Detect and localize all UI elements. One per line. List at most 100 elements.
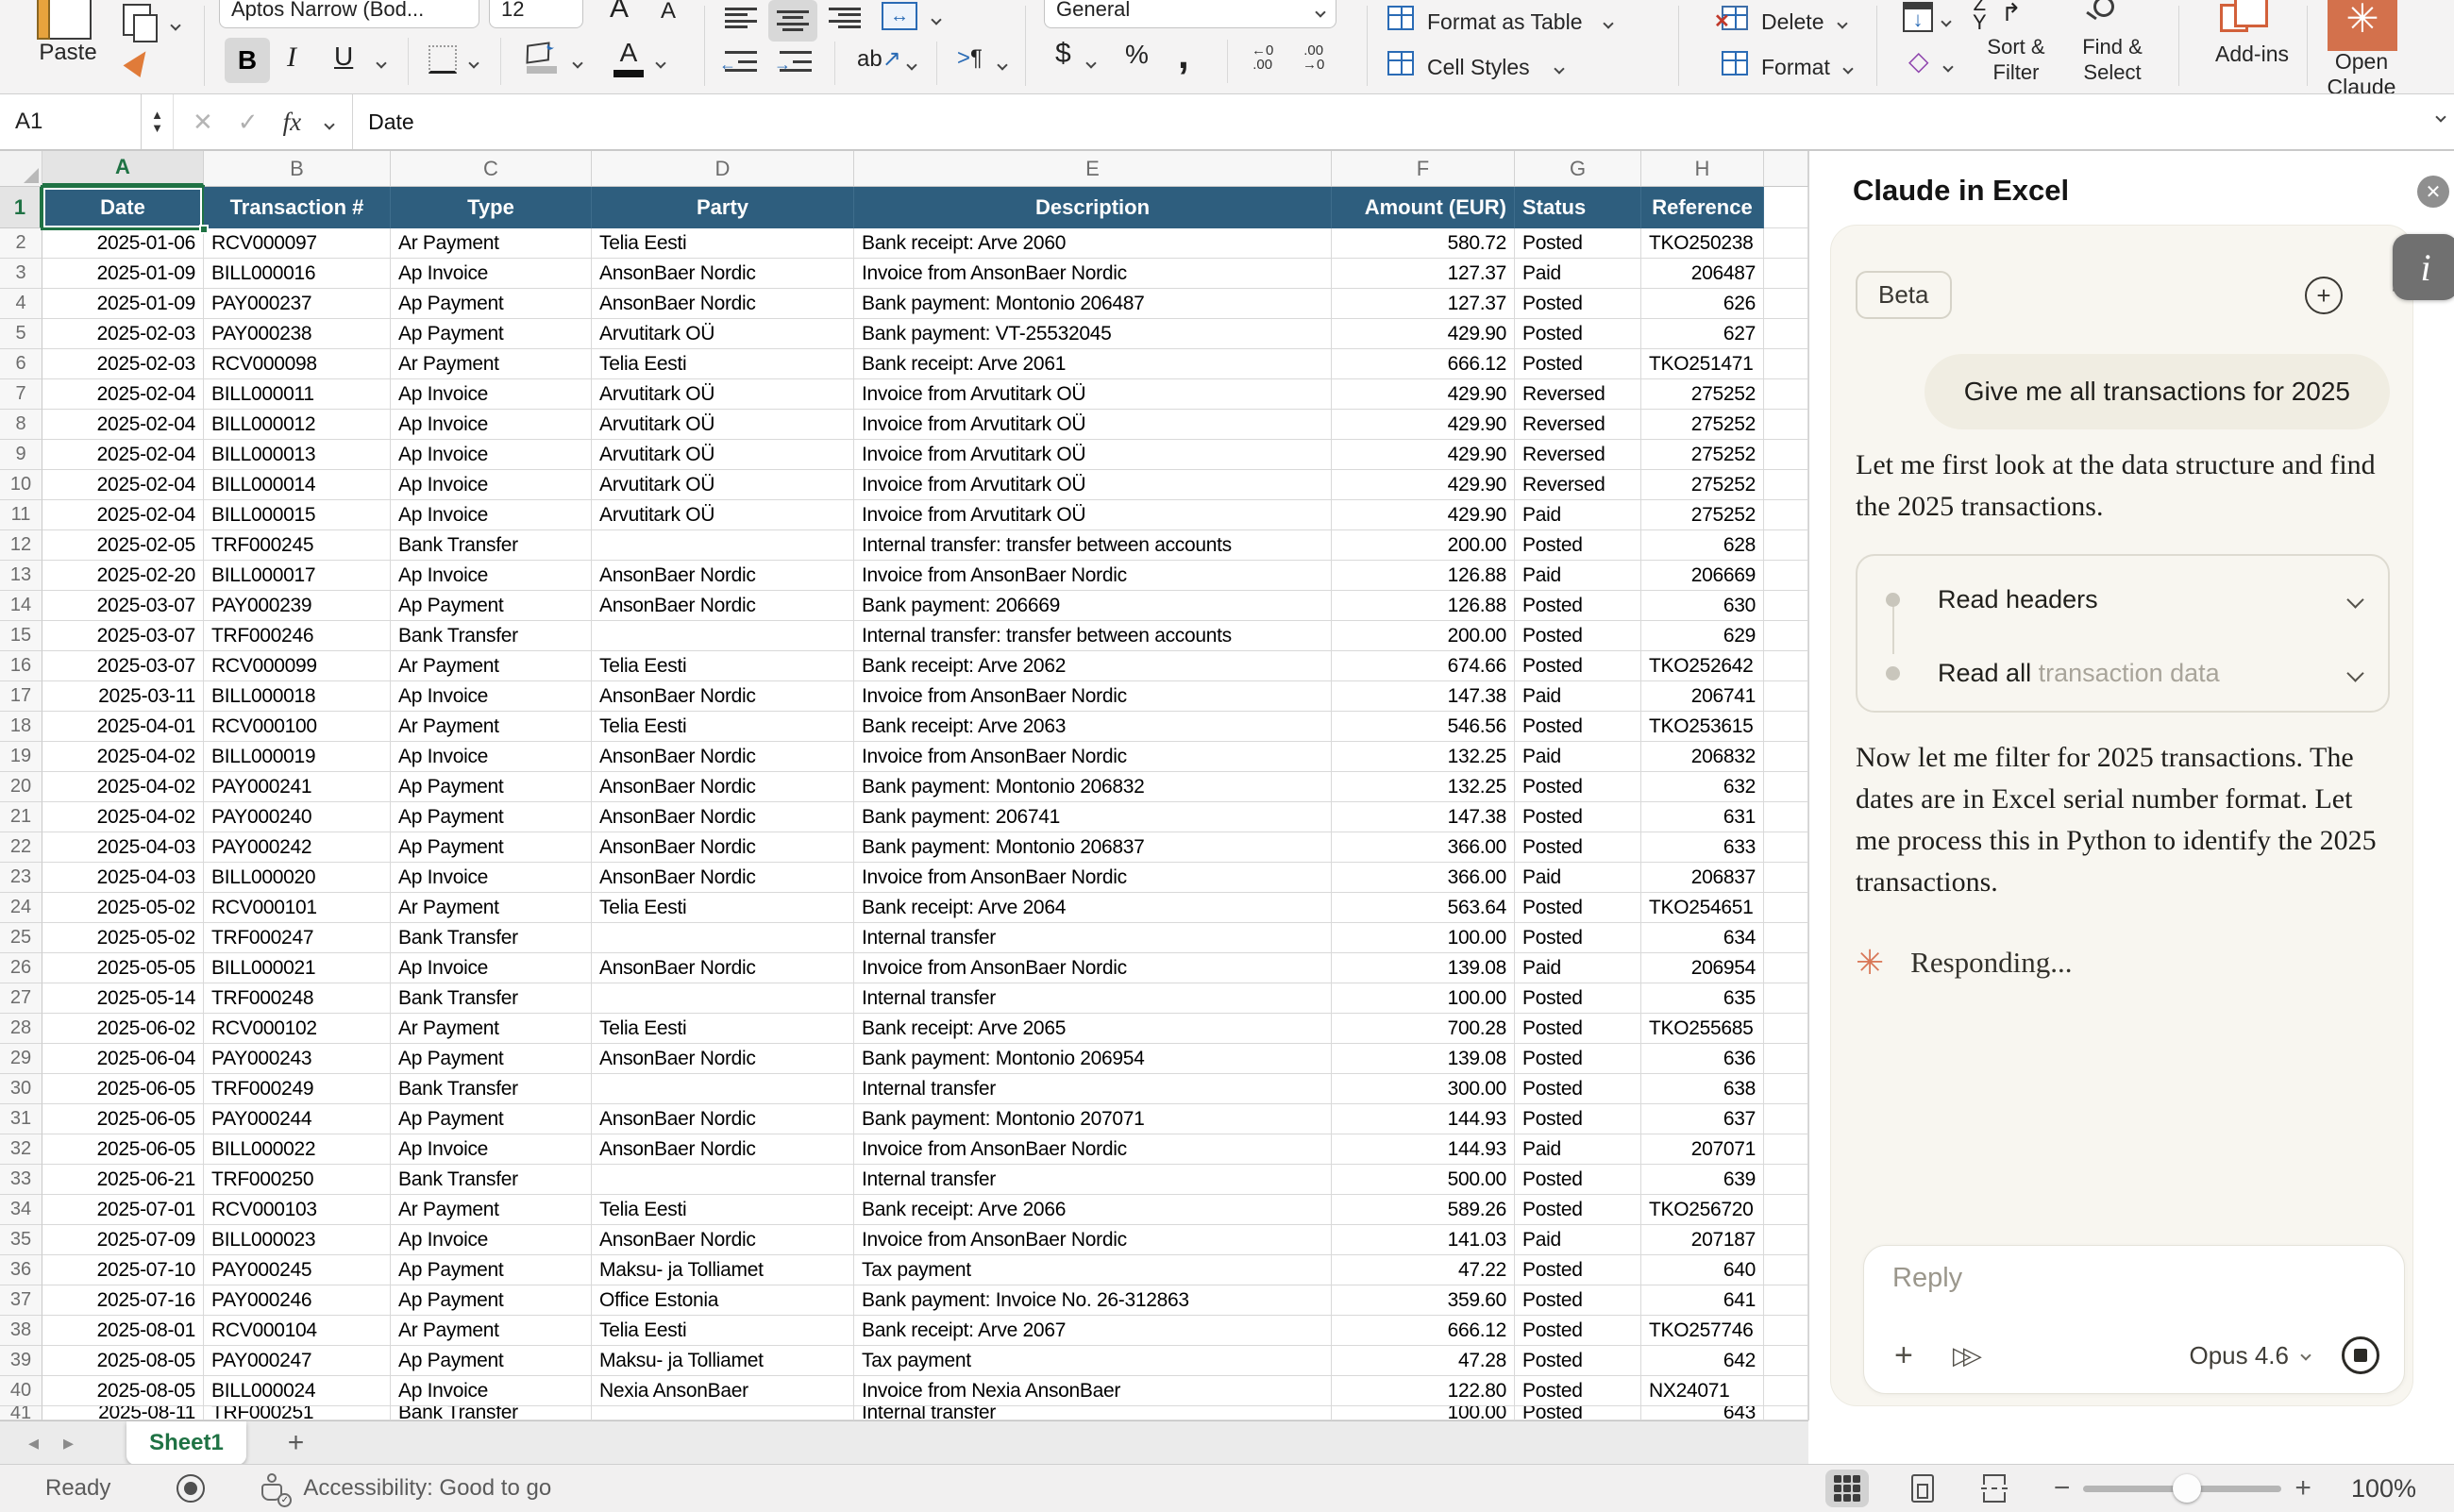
grid-cell[interactable]: PAY000237 bbox=[204, 289, 391, 319]
grid-cell[interactable]: AnsonBaer Nordic bbox=[592, 259, 854, 289]
grid-cell[interactable]: PAY000238 bbox=[204, 319, 391, 349]
grid-cell[interactable] bbox=[1764, 742, 1808, 772]
grid-cell[interactable]: RCV000101 bbox=[204, 893, 391, 923]
normal-view-icon[interactable] bbox=[1825, 1470, 1869, 1507]
grid-cell[interactable]: PAY000245 bbox=[204, 1255, 391, 1285]
grid-cell[interactable] bbox=[1764, 712, 1808, 742]
grid-cell[interactable]: 2025-07-09 bbox=[42, 1225, 204, 1255]
grid-cell[interactable]: AnsonBaer Nordic bbox=[592, 681, 854, 712]
column-header-g[interactable]: G bbox=[1515, 151, 1641, 186]
header-cell[interactable]: Reference bbox=[1641, 187, 1764, 228]
enter-icon[interactable]: ✓ bbox=[238, 108, 259, 137]
table-row[interactable]: 232025-04-03BILL000020Ap InvoiceAnsonBae… bbox=[0, 863, 1808, 893]
grid-cell[interactable]: 2025-04-02 bbox=[42, 772, 204, 802]
table-row[interactable]: 222025-04-03PAY000242Ap PaymentAnsonBaer… bbox=[0, 832, 1808, 863]
grid-cell[interactable]: 275252 bbox=[1641, 410, 1764, 440]
table-row[interactable]: 22025-01-06RCV000097Ar PaymentTelia Eest… bbox=[0, 228, 1808, 259]
grid-cell[interactable]: Arvutitark OÜ bbox=[592, 500, 854, 530]
bold-button[interactable]: B bbox=[225, 38, 270, 83]
grid-cell[interactable]: Ap Invoice bbox=[391, 410, 592, 440]
column-header-a[interactable]: A bbox=[42, 151, 204, 186]
grid-cell[interactable]: AnsonBaer Nordic bbox=[592, 802, 854, 832]
grid-cell[interactable]: 640 bbox=[1641, 1255, 1764, 1285]
grid-cell[interactable]: 2025-05-14 bbox=[42, 983, 204, 1014]
row-number[interactable]: 24 bbox=[0, 893, 42, 923]
grid-cell[interactable]: Ap Invoice bbox=[391, 742, 592, 772]
clear-icon[interactable]: ◇ bbox=[1908, 45, 1929, 76]
grid-cell[interactable]: Ap Invoice bbox=[391, 561, 592, 591]
grid-cell[interactable]: BILL000024 bbox=[204, 1376, 391, 1406]
grid-cell[interactable]: 635 bbox=[1641, 983, 1764, 1014]
column-header-c[interactable]: C bbox=[391, 151, 592, 186]
grid-cell[interactable]: 666.12 bbox=[1332, 1316, 1515, 1346]
table-row[interactable]: 402025-08-05BILL000024Ap InvoiceNexia An… bbox=[0, 1376, 1808, 1406]
grid-cell[interactable]: Telia Eesti bbox=[592, 1316, 854, 1346]
grid-cell[interactable]: 2025-08-01 bbox=[42, 1316, 204, 1346]
grid-cell[interactable]: RCV000097 bbox=[204, 228, 391, 259]
reply-input[interactable] bbox=[1892, 1263, 2364, 1312]
underline-dropdown-icon[interactable] bbox=[378, 55, 385, 72]
row-number[interactable]: 20 bbox=[0, 772, 42, 802]
grid-cell[interactable]: Ap Invoice bbox=[391, 1225, 592, 1255]
grid-cell[interactable]: 626 bbox=[1641, 289, 1764, 319]
name-box-spinner[interactable]: ▲▼ bbox=[142, 94, 174, 149]
grid-cell[interactable] bbox=[1764, 259, 1808, 289]
grid-cell[interactable]: 300.00 bbox=[1332, 1074, 1515, 1104]
model-selector[interactable]: Opus 4.6 bbox=[2189, 1341, 2310, 1370]
column-header-e[interactable]: E bbox=[854, 151, 1332, 186]
grid-cell[interactable]: Ap Payment bbox=[391, 1044, 592, 1074]
grid-cell[interactable]: TKO250238 bbox=[1641, 228, 1764, 259]
grid-cell[interactable]: AnsonBaer Nordic bbox=[592, 1104, 854, 1134]
grid-cell[interactable]: Invoice from AnsonBaer Nordic bbox=[854, 863, 1332, 893]
row-number[interactable]: 16 bbox=[0, 651, 42, 681]
grid-cell[interactable]: 629 bbox=[1641, 621, 1764, 651]
select-all-corner[interactable] bbox=[0, 151, 42, 186]
grid-cell[interactable] bbox=[1764, 1225, 1808, 1255]
grid-cell[interactable]: 132.25 bbox=[1332, 772, 1515, 802]
grid-cell[interactable]: 366.00 bbox=[1332, 832, 1515, 863]
grid-cell[interactable] bbox=[1764, 1346, 1808, 1376]
row-number[interactable]: 7 bbox=[0, 379, 42, 410]
table-row[interactable]: 262025-05-05BILL000021Ap InvoiceAnsonBae… bbox=[0, 953, 1808, 983]
name-box[interactable]: A1 bbox=[0, 94, 142, 149]
grid-cell[interactable]: 2025-04-03 bbox=[42, 832, 204, 863]
grid-cell[interactable]: Arvutitark OÜ bbox=[592, 319, 854, 349]
grid-cell[interactable]: 2025-04-02 bbox=[42, 802, 204, 832]
format-dropdown-icon[interactable] bbox=[1844, 60, 1852, 77]
grid-cell[interactable] bbox=[1764, 1044, 1808, 1074]
grid-cell[interactable]: Reversed bbox=[1515, 470, 1641, 500]
grid-cell[interactable] bbox=[1764, 1104, 1808, 1134]
grid-cell[interactable]: 666.12 bbox=[1332, 349, 1515, 379]
table-row[interactable]: 82025-02-04BILL000012Ap InvoiceArvutitar… bbox=[0, 410, 1808, 440]
grid-cell[interactable] bbox=[1764, 187, 1808, 228]
grid-cell[interactable]: Invoice from Arvutitark OÜ bbox=[854, 500, 1332, 530]
grid-cell[interactable]: Bank receipt: Arve 2061 bbox=[854, 349, 1332, 379]
grid-cell[interactable]: 627 bbox=[1641, 319, 1764, 349]
grid-cell[interactable]: 206741 bbox=[1641, 681, 1764, 712]
grid-cell[interactable]: AnsonBaer Nordic bbox=[592, 289, 854, 319]
grid-cell[interactable]: PAY000247 bbox=[204, 1346, 391, 1376]
grid-cell[interactable]: 2025-03-11 bbox=[42, 681, 204, 712]
row-number[interactable]: 2 bbox=[0, 228, 42, 259]
format-button[interactable]: Format bbox=[1761, 55, 1830, 80]
open-claude-button[interactable]: Open Claude bbox=[2305, 49, 2418, 94]
grid-cell[interactable]: Paid bbox=[1515, 742, 1641, 772]
row-number[interactable]: 14 bbox=[0, 591, 42, 621]
row-number[interactable]: 35 bbox=[0, 1225, 42, 1255]
grid-cell[interactable]: Invoice from AnsonBaer Nordic bbox=[854, 1225, 1332, 1255]
grid-cell[interactable]: Bank receipt: Arve 2064 bbox=[854, 893, 1332, 923]
grid-cell[interactable] bbox=[592, 621, 854, 651]
shrink-font-button[interactable]: A bbox=[661, 0, 676, 25]
close-icon[interactable]: ✕ bbox=[2417, 176, 2449, 208]
grid-cell[interactable]: Posted bbox=[1515, 1406, 1641, 1420]
grid-cell[interactable]: 147.38 bbox=[1332, 802, 1515, 832]
table-row[interactable]: 292025-06-04PAY000243Ap PaymentAnsonBaer… bbox=[0, 1044, 1808, 1074]
table-row[interactable]: 392025-08-05PAY000247Ap PaymentMaksu- ja… bbox=[0, 1346, 1808, 1376]
column-header-d[interactable]: D bbox=[592, 151, 854, 186]
grid-cell[interactable]: 200.00 bbox=[1332, 621, 1515, 651]
grid-cell[interactable]: 2025-07-16 bbox=[42, 1285, 204, 1316]
grid-cell[interactable]: Posted bbox=[1515, 712, 1641, 742]
grid-cell[interactable]: 500.00 bbox=[1332, 1165, 1515, 1195]
row-number[interactable]: 31 bbox=[0, 1104, 42, 1134]
grid-cell[interactable] bbox=[1764, 772, 1808, 802]
